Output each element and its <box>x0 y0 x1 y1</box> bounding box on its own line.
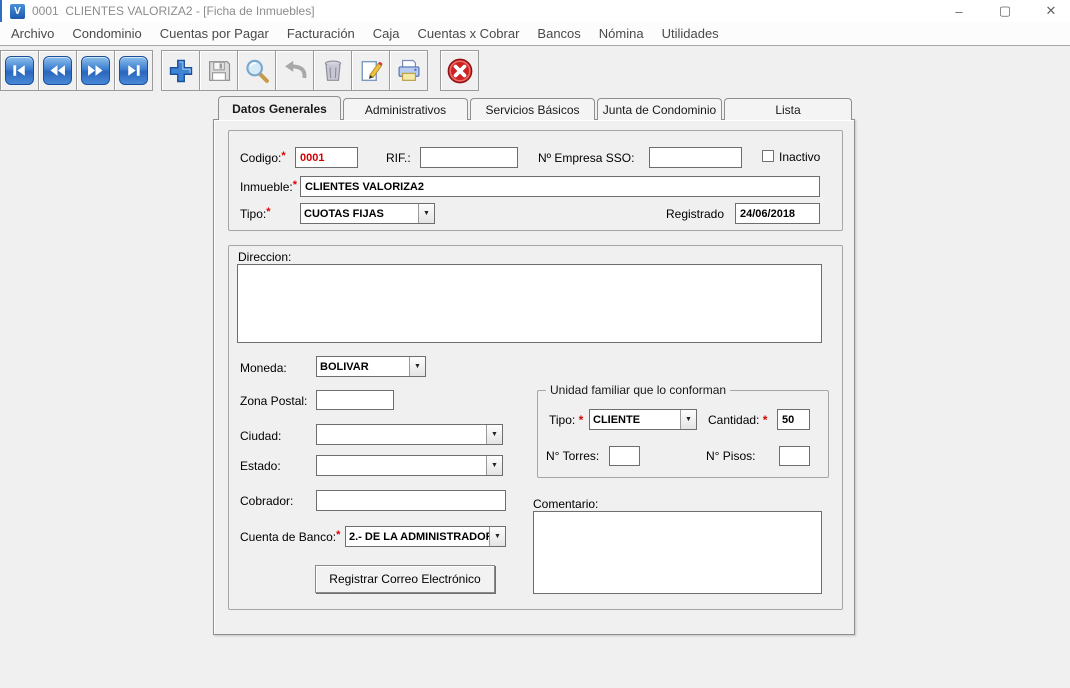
inactivo-checkbox[interactable] <box>762 150 774 162</box>
menu-utilidades[interactable]: Utilidades <box>653 22 728 45</box>
codigo-label: Codigo:* <box>240 151 286 165</box>
menu-bar: Archivo Condominio Cuentas por Pagar Fac… <box>0 22 1070 46</box>
moneda-label: Moneda: <box>240 361 287 375</box>
estado-label: Estado: <box>240 459 281 473</box>
next-record-icon <box>81 56 110 85</box>
unidad-tipo-label: Tipo: * <box>549 413 583 427</box>
tipo-label: Tipo:* <box>240 207 271 221</box>
cuenta-banco-label: Cuenta de Banco:* <box>240 530 340 544</box>
next-record-button[interactable] <box>76 50 115 91</box>
maximize-icon[interactable]: ▢ <box>996 2 1014 20</box>
undo-button[interactable] <box>275 50 314 91</box>
codigo-input[interactable] <box>295 147 358 168</box>
undo-icon <box>281 57 309 85</box>
estado-dropdown[interactable]: ▼ <box>316 455 503 476</box>
tab-junta-de-condominio[interactable]: Junta de Condominio <box>597 98 722 120</box>
cantidad-label: Cantidad: * <box>708 413 767 427</box>
inmueble-label: Inmueble:* <box>240 180 297 194</box>
required-marker: * <box>281 150 285 162</box>
last-record-button[interactable] <box>114 50 153 91</box>
unidad-familiar-title: Unidad familiar que lo conforman <box>546 383 730 397</box>
print-icon <box>395 57 423 85</box>
tab-administrativos[interactable]: Administrativos <box>343 98 468 120</box>
application-window: V 0001 CLIENTES VALORIZA2 - [Ficha de In… <box>0 0 1070 688</box>
app-icon: V <box>10 4 25 19</box>
pisos-input[interactable] <box>779 446 810 466</box>
direccion-textarea[interactable] <box>237 264 822 343</box>
minimize-icon[interactable]: – <box>950 2 968 20</box>
pisos-label: N° Pisos: <box>706 449 755 463</box>
first-record-icon <box>5 56 34 85</box>
torres-input[interactable] <box>609 446 640 466</box>
cobrador-label: Cobrador: <box>240 494 293 508</box>
chevron-down-icon: ▼ <box>409 357 425 376</box>
zona-postal-input[interactable] <box>316 390 394 410</box>
rif-label: RIF.: <box>386 151 411 165</box>
menu-caja[interactable]: Caja <box>364 22 409 45</box>
moneda-dropdown[interactable]: BOLIVAR ▼ <box>316 356 426 377</box>
required-marker: * <box>763 413 768 427</box>
print-button[interactable] <box>389 50 428 91</box>
empresa-sso-label: Nº Empresa SSO: <box>538 151 634 165</box>
cantidad-input[interactable] <box>777 409 810 430</box>
menu-condominio[interactable]: Condominio <box>63 22 150 45</box>
window-title: 0001 CLIENTES VALORIZA2 - [Ficha de Inmu… <box>32 0 315 22</box>
add-icon <box>167 57 195 85</box>
chevron-down-icon: ▼ <box>486 456 502 475</box>
required-marker: * <box>266 206 270 218</box>
title-bar: V 0001 CLIENTES VALORIZA2 - [Ficha de In… <box>0 0 1070 22</box>
close-button[interactable] <box>440 50 479 91</box>
first-record-button[interactable] <box>0 50 39 91</box>
edit-button[interactable] <box>351 50 390 91</box>
close-window-icon[interactable]: ✕ <box>1042 2 1060 20</box>
menu-cuentas-por-pagar[interactable]: Cuentas por Pagar <box>151 22 278 45</box>
trash-icon <box>319 57 347 85</box>
menu-archivo[interactable]: Archivo <box>2 22 63 45</box>
add-button[interactable] <box>161 50 200 91</box>
edit-icon <box>357 57 385 85</box>
ciudad-label: Ciudad: <box>240 429 281 443</box>
rif-input[interactable] <box>420 147 518 168</box>
tab-servicios-basicos[interactable]: Servicios Básicos <box>470 98 595 120</box>
tipo-dropdown[interactable]: CUOTAS FIJAS ▼ <box>300 203 435 224</box>
comentario-label: Comentario: <box>533 497 598 511</box>
required-marker: * <box>336 529 340 541</box>
ciudad-dropdown[interactable]: ▼ <box>316 424 503 445</box>
torres-label: N° Torres: <box>546 449 599 463</box>
menu-nomina[interactable]: Nómina <box>590 22 653 45</box>
search-button[interactable] <box>237 50 276 91</box>
search-icon <box>243 57 271 85</box>
close-icon <box>446 57 474 85</box>
save-icon <box>205 57 233 85</box>
inactivo-label: Inactivo <box>779 150 820 164</box>
empresa-sso-input[interactable] <box>649 147 742 168</box>
registrado-label: Registrado <box>666 207 724 221</box>
delete-button[interactable] <box>313 50 352 91</box>
menu-bancos[interactable]: Bancos <box>528 22 589 45</box>
zona-postal-label: Zona Postal: <box>240 394 307 408</box>
tab-datos-generales[interactable]: Datos Generales <box>218 96 341 120</box>
required-marker: * <box>293 179 297 191</box>
menu-facturacion[interactable]: Facturación <box>278 22 364 45</box>
direccion-label: Direccion: <box>238 250 291 264</box>
registrar-correo-button[interactable]: Registrar Correo Electrónico <box>315 565 495 593</box>
cuenta-banco-dropdown[interactable]: 2.- DE LA ADMINISTRADORA ▼ <box>345 526 506 547</box>
previous-record-button[interactable] <box>38 50 77 91</box>
registrado-input[interactable] <box>735 203 820 224</box>
inmueble-input[interactable] <box>300 176 820 197</box>
menu-cuentas-x-cobrar[interactable]: Cuentas x Cobrar <box>409 22 529 45</box>
chevron-down-icon: ▼ <box>486 425 502 444</box>
cobrador-input[interactable] <box>316 490 506 511</box>
required-marker: * <box>579 413 584 427</box>
unidad-tipo-dropdown[interactable]: CLIENTE ▼ <box>589 409 697 430</box>
save-button[interactable] <box>199 50 238 91</box>
previous-record-icon <box>43 56 72 85</box>
tab-lista[interactable]: Lista <box>724 98 852 120</box>
toolbar <box>0 47 1070 93</box>
chevron-down-icon: ▼ <box>489 527 505 546</box>
chevron-down-icon: ▼ <box>680 410 696 429</box>
last-record-icon <box>119 56 148 85</box>
comentario-textarea[interactable] <box>533 511 822 594</box>
chevron-down-icon: ▼ <box>418 204 434 223</box>
